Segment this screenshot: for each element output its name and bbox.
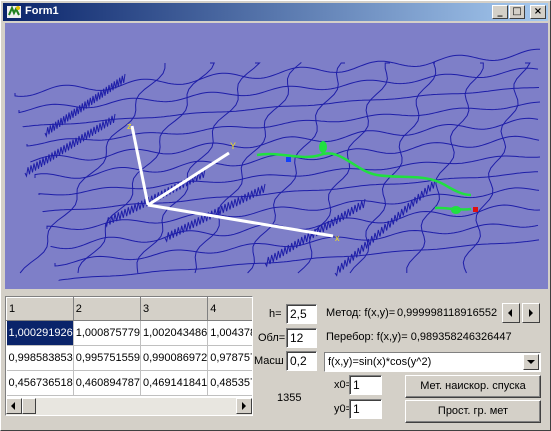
grid-cell[interactable]: 0,485357 xyxy=(207,370,252,396)
chevron-down-icon xyxy=(527,360,535,364)
function-select[interactable]: f(x,y)=sin(x)*cos(y^2) xyxy=(324,352,541,372)
axis-label-x: x xyxy=(335,233,340,243)
arrow-right-icon xyxy=(529,309,533,317)
window-title: Form1 xyxy=(25,5,59,17)
search-result: Перебор: f(x,y)= 0,989358246326447 xyxy=(326,331,512,343)
scale-label: Масш xyxy=(254,355,284,367)
x0-input[interactable]: 1 xyxy=(349,375,382,395)
grid-horizontal-scrollbar[interactable] xyxy=(6,398,252,415)
grid-header-cell[interactable]: 3 xyxy=(139,297,209,321)
grid-cell[interactable]: 0,978757 xyxy=(207,345,252,371)
grid-cell[interactable]: 1,000875779 xyxy=(73,320,141,346)
main-window: Form1 _ □ × z Y x 1 2 3 4 1,000291926 1,… xyxy=(0,0,551,431)
simple-gradient-button[interactable]: Прост. гр. мет xyxy=(405,400,541,423)
maximize-icon: □ xyxy=(512,6,522,17)
end-marker xyxy=(473,207,478,212)
minimize-icon: _ xyxy=(497,6,503,17)
scroll-left-button[interactable] xyxy=(6,398,22,414)
method-value: 0,999998118916552 xyxy=(397,307,498,319)
function-select-dropdown[interactable] xyxy=(523,354,539,370)
grid-header-cell[interactable]: 4 xyxy=(207,297,252,321)
table-row: 1,000291926 1,000875779 1,002043486 1,00437… xyxy=(6,320,252,346)
values-grid[interactable]: 1 2 3 4 1,000291926 1,000875779 1,002043486 1,0… xyxy=(5,296,253,416)
next-button[interactable] xyxy=(522,303,540,323)
y0-input[interactable]: 1 xyxy=(349,399,382,419)
grid-cell[interactable]: 0,998583853 xyxy=(6,345,74,371)
function-select-value: f(x,y)=sin(x)*cos(y^2) xyxy=(328,356,432,368)
title-bar[interactable]: Form1 _ □ × xyxy=(3,3,548,21)
grid-header-cell[interactable]: 1 xyxy=(6,297,74,321)
surface-mesh xyxy=(14,48,541,281)
method-label: Метод: f(x,y)= xyxy=(326,307,396,319)
maximize-button[interactable]: □ xyxy=(509,5,525,19)
grid-cell[interactable]: 1,004378 xyxy=(207,320,252,346)
grid-cell[interactable]: 0,456736518 xyxy=(6,370,74,396)
grid-cell[interactable]: 1,000291926 xyxy=(6,320,74,346)
axis-label-z: z xyxy=(127,121,132,131)
grid-cell[interactable]: 0,460894787 xyxy=(73,370,141,396)
arrow-left-icon xyxy=(508,309,512,317)
grid-cell[interactable]: 0,469141841 xyxy=(140,370,209,396)
h-input[interactable]: 2,5 xyxy=(286,304,317,324)
surface-plot: z Y x xyxy=(14,48,541,281)
close-button[interactable]: × xyxy=(530,5,546,19)
scale-input[interactable]: 0,2 xyxy=(286,351,317,371)
obl-label: Обл= xyxy=(258,332,286,344)
grid-header-row: 1234 xyxy=(6,297,252,321)
grid-cell[interactable]: 0,990086972 xyxy=(140,345,209,371)
descent-path xyxy=(256,141,478,214)
grid-cell[interactable]: 1,002043486 xyxy=(140,320,209,346)
scroll-thumb[interactable] xyxy=(22,398,36,414)
arrow-right-icon xyxy=(242,402,246,410)
close-icon: × xyxy=(533,6,543,17)
iteration-count: 1355 xyxy=(277,392,302,404)
steepest-descent-button[interactable]: Мет. наискор. спуска xyxy=(405,375,541,398)
grid-cell[interactable]: 0,995751559 xyxy=(73,345,141,371)
surface-3d-view[interactable]: z Y x xyxy=(5,23,548,289)
arrow-left-icon xyxy=(11,402,15,410)
table-row: 0,998583853 0,995751559 0,990086972 0,97875… xyxy=(6,345,252,371)
obl-input[interactable]: 12 xyxy=(286,328,317,348)
minimize-button[interactable]: _ xyxy=(492,5,508,19)
grid-header-cell[interactable]: 2 xyxy=(72,297,141,321)
table-row: 0,456736518 0,460894787 0,469141841 0,48535… xyxy=(6,370,252,396)
start-marker xyxy=(286,157,291,162)
prev-button[interactable] xyxy=(502,303,520,323)
h-label: h= xyxy=(269,308,282,320)
scroll-right-button[interactable] xyxy=(236,398,252,414)
axis-label-y: Y xyxy=(230,141,236,151)
delphi-app-icon xyxy=(7,5,21,18)
